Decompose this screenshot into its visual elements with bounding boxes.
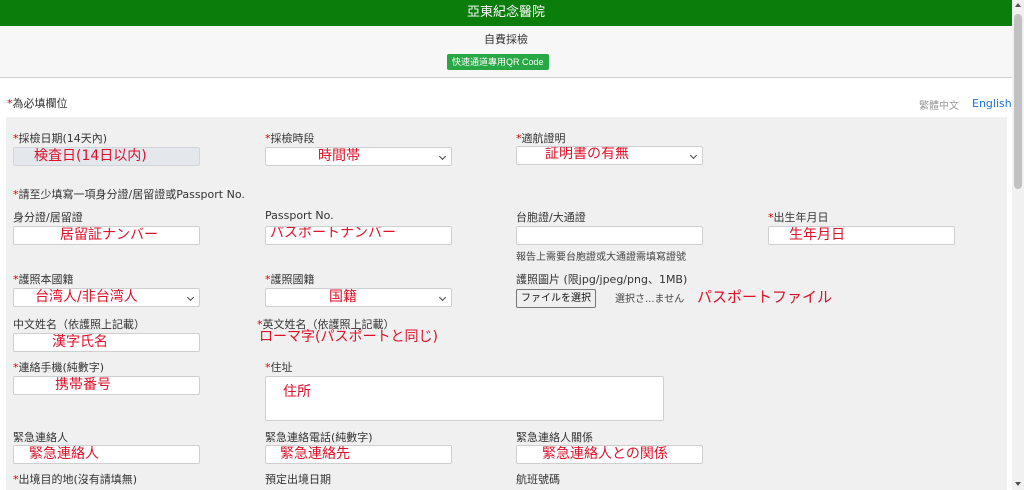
destination-label-text: 出境目的地(沒有請填無) (18, 473, 138, 486)
address-label: *住址 (265, 359, 293, 375)
passport-origin-label: *護照本國籍 (13, 271, 74, 287)
hospital-name: 亞東紀念醫院 (466, 5, 545, 20)
resident-id-input[interactable]: 居留証ナンバー (13, 226, 200, 245)
qr-code-button[interactable]: 快速通道專用QR Code (447, 54, 549, 70)
lang-english-link[interactable]: English (972, 97, 1012, 110)
nationality-label-text: 護照國籍 (270, 273, 315, 286)
address-label-text: 住址 (270, 361, 293, 374)
scrollbar-thumb[interactable] (1014, 14, 1022, 189)
emergency-phone-label: 緊急連絡電話(純數字) (265, 431, 373, 444)
passport-origin-label-text: 護照本國籍 (18, 273, 74, 286)
mobile-input[interactable]: 携帯番号 (13, 376, 200, 395)
chevron-down-icon (186, 293, 195, 302)
flight-cert-select-value: 証明書の有無 (545, 146, 629, 162)
taiwan-pass-hint: 報告上需要台胞證或大通證需填寫證號 (516, 252, 686, 263)
sub-header: 自費採檢 快速通道專用QR Code (0, 26, 1012, 78)
choose-file-button[interactable]: ファイルを選択 (516, 289, 596, 308)
emergency-relation-label: 緊急連絡人關係 (516, 431, 593, 444)
required-note-text: 為必填欄位 (12, 97, 68, 110)
destination-label: *出境目的地(沒有請填無) (13, 471, 137, 487)
period-label: *採檢時段 (265, 130, 315, 146)
scroll-up-arrow-icon[interactable] (1015, 3, 1021, 7)
taiwan-pass-input[interactable] (516, 226, 703, 245)
date-label: *採檢日期(14天內) (13, 130, 107, 146)
period-select[interactable]: 時間帯 (265, 147, 452, 166)
nationality-select[interactable]: 国籍 (265, 288, 452, 307)
nationality-select-value: 国籍 (329, 289, 357, 305)
flight-cert-label: *適航證明 (516, 130, 566, 146)
flight-cert-select[interactable]: 証明書の有無 (516, 146, 703, 165)
nationality-label: *護照國籍 (265, 271, 315, 287)
birthday-input[interactable]: 生年月日 (768, 226, 955, 245)
id-notice-text: 請至少填寫一項身分證/居留證或Passport No. (18, 188, 245, 201)
passport-file-note: パスポートファイル (697, 288, 833, 306)
emergency-relation-input[interactable]: 緊急連絡人との関係 (516, 445, 703, 464)
taiwan-pass-label: 台胞證/大通證 (516, 211, 586, 224)
chevron-down-icon (689, 151, 698, 160)
period-label-text: 採檢時段 (270, 132, 315, 145)
passport-no-input[interactable]: パスポートナンバー (265, 226, 452, 245)
passport-origin-select-value: 台湾人/非台湾人 (35, 289, 138, 305)
emergency-phone-input[interactable]: 緊急連絡先 (265, 445, 452, 464)
resident-id-label: 身分證/居留證 (13, 211, 83, 224)
required-note: *為必填欄位 (7, 95, 68, 111)
date-label-text: 採檢日期(14天內) (18, 132, 108, 145)
id-notice: *請至少填寫一項身分證/居留證或Passport No. (13, 186, 245, 202)
flight-no-label: 航班號碼 (516, 473, 560, 486)
lang-traditional-chinese-link[interactable]: 繁體中文 (919, 97, 959, 112)
passport-origin-select[interactable]: 台湾人/非台湾人 (13, 288, 200, 307)
mobile-label-text: 連絡手機(純數字) (18, 361, 105, 374)
passport-no-label: Passport No. (265, 209, 334, 222)
mobile-label: *連絡手機(純數字) (13, 359, 104, 375)
chinese-name-input[interactable]: 漢字氏名 (13, 333, 200, 352)
birthday-label: *出生年月日 (768, 209, 829, 225)
passport-photo-label: 護照圖片 (限jpg/jpeg/png、1MB) (516, 273, 688, 286)
english-name-input[interactable]: ローマ字(パスポートと同じ) (257, 328, 457, 347)
address-input[interactable]: 住所 (265, 376, 664, 421)
file-status-text: 選択さ...ません (615, 294, 685, 305)
page-title: 自費採檢 (484, 33, 528, 46)
date-input[interactable]: 検査日(14日以内) (13, 147, 200, 166)
chinese-name-label: 中文姓名（依護照上記載） (13, 318, 145, 331)
scroll-down-arrow-icon[interactable] (1015, 482, 1021, 486)
hospital-title-bar: 亞東紀念醫院 (0, 0, 1012, 26)
chevron-down-icon (438, 152, 447, 161)
period-select-value: 時間帯 (318, 148, 360, 164)
departure-date-label: 預定出境日期 (265, 473, 331, 486)
vertical-scrollbar[interactable] (1012, 0, 1024, 490)
flight-cert-label-text: 適航證明 (521, 132, 566, 145)
birthday-label-text: 出生年月日 (773, 211, 829, 224)
chevron-down-icon (438, 293, 447, 302)
emergency-contact-input[interactable]: 緊急連絡人 (13, 445, 200, 464)
emergency-contact-label: 緊急連絡人 (13, 431, 68, 444)
